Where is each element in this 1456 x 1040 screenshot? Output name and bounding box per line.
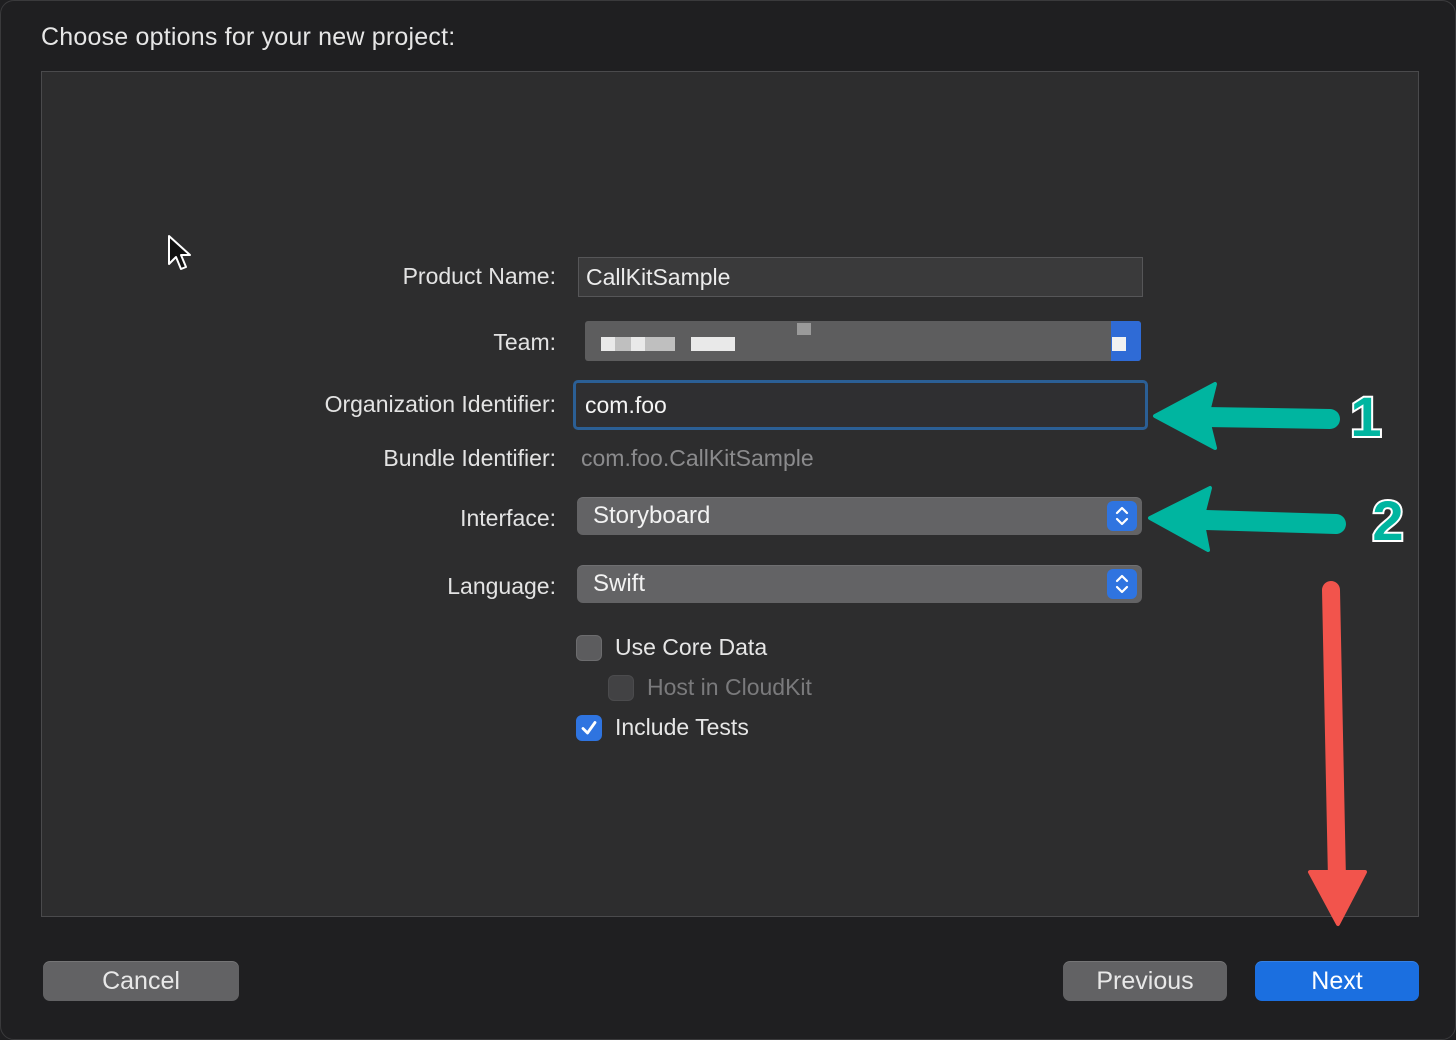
redacted-block bbox=[797, 323, 811, 335]
redacted-block bbox=[615, 337, 631, 351]
use-core-data-label: Use Core Data bbox=[615, 634, 768, 660]
team-popup[interactable] bbox=[585, 321, 1141, 361]
cancel-button[interactable]: Cancel bbox=[43, 961, 239, 1001]
checkmark-icon bbox=[581, 720, 597, 734]
product-name-label: Product Name: bbox=[402, 263, 556, 289]
new-project-dialog: Choose options for your new project: Pro… bbox=[0, 0, 1456, 1040]
previous-button[interactable]: Previous bbox=[1063, 961, 1227, 1001]
product-name-value: CallKitSample bbox=[586, 263, 731, 290]
include-tests-option[interactable]: Include Tests bbox=[576, 714, 749, 741]
host-in-cloudkit-label: Host in CloudKit bbox=[647, 674, 812, 700]
options-panel bbox=[41, 71, 1419, 917]
next-button[interactable]: Next bbox=[1255, 961, 1419, 1001]
organization-identifier-label: Organization Identifier: bbox=[324, 391, 556, 417]
bundle-identifier-value: com.foo.CallKitSample bbox=[581, 445, 814, 471]
interface-label: Interface: bbox=[460, 505, 556, 531]
dialog-title: Choose options for your new project: bbox=[41, 23, 456, 51]
redacted-block bbox=[631, 337, 645, 351]
chevron-up-down-icon bbox=[1107, 501, 1137, 531]
language-label: Language: bbox=[447, 573, 556, 599]
team-label: Team: bbox=[493, 329, 556, 355]
language-popup[interactable]: Swift bbox=[577, 565, 1142, 603]
team-popup-indicator bbox=[1111, 321, 1141, 361]
host-in-cloudkit-checkbox bbox=[608, 674, 634, 701]
redacted-block bbox=[691, 337, 735, 351]
redacted-block bbox=[645, 337, 675, 351]
use-core-data-option[interactable]: Use Core Data bbox=[576, 634, 767, 661]
organization-identifier-field[interactable]: com.foo bbox=[573, 380, 1148, 430]
interface-popup[interactable]: Storyboard bbox=[577, 497, 1142, 535]
language-selected: Swift bbox=[593, 570, 646, 597]
include-tests-checkbox[interactable] bbox=[576, 714, 602, 741]
product-name-field[interactable]: CallKitSample bbox=[578, 257, 1143, 297]
bundle-identifier-label: Bundle Identifier: bbox=[383, 445, 556, 471]
mouse-cursor-icon bbox=[168, 235, 191, 270]
organization-identifier-value: com.foo bbox=[585, 391, 667, 418]
include-tests-label: Include Tests bbox=[615, 714, 749, 740]
interface-selected: Storyboard bbox=[593, 502, 711, 529]
chevron-up-down-icon bbox=[1107, 569, 1137, 599]
use-core-data-checkbox[interactable] bbox=[576, 634, 602, 661]
redacted-block bbox=[601, 337, 615, 351]
host-in-cloudkit-option: Host in CloudKit bbox=[608, 674, 812, 701]
